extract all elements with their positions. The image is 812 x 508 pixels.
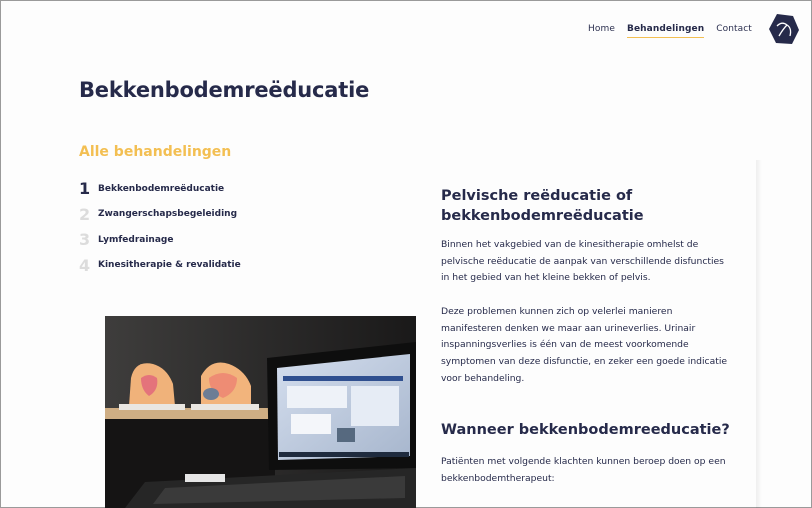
treatment-number: 3 xyxy=(79,230,91,250)
treatments-list: 1 Bekkenbodemreëducatie 2 Zwangerschapsb… xyxy=(79,176,241,278)
treatments-heading: Alle behandelingen xyxy=(79,144,232,160)
column-shadow xyxy=(756,160,762,508)
treatment-number: 4 xyxy=(79,255,91,275)
treatment-item-lymfedrainage[interactable]: 3 Lymfedrainage xyxy=(79,227,241,253)
main-nav: Home Behandelingen Contact xyxy=(588,24,752,38)
laptop-anatomy-illustration xyxy=(105,316,416,508)
treatment-item-bekkenbodem[interactable]: 1 Bekkenbodemreëducatie xyxy=(79,176,241,202)
nav-contact[interactable]: Contact xyxy=(716,24,752,38)
page-title: Bekkenbodemreëducatie xyxy=(79,78,370,102)
nav-home[interactable]: Home xyxy=(588,24,615,38)
logo-icon[interactable] xyxy=(768,12,800,46)
treatment-label: Lymfedrainage xyxy=(98,234,174,245)
treatment-label: Zwangerschapsbegeleiding xyxy=(98,209,238,220)
treatment-item-kinesitherapie[interactable]: 4 Kinesitherapie & revalidatie xyxy=(79,253,241,279)
paragraph-problemen: Deze problemen kunnen zich op velerlei m… xyxy=(441,306,728,384)
section-title-wanneer: Wanneer bekkenbodemreeducatie? xyxy=(441,422,730,438)
treatment-number: 1 xyxy=(79,179,91,199)
paragraph-intro: Binnen het vakgebied van de kinesitherap… xyxy=(441,239,724,284)
treatment-number: 2 xyxy=(79,204,91,224)
treatment-label: Bekkenbodemreëducatie xyxy=(98,183,225,194)
paragraph-klachten: Patiënten met volgende klachten kunnen b… xyxy=(441,456,726,484)
section-title-pelvische: Pelvische reëducatie of bekkenbodemreëdu… xyxy=(441,188,644,224)
treatment-photo xyxy=(105,316,416,508)
treatment-label: Kinesitherapie & revalidatie xyxy=(98,260,241,271)
nav-behandelingen[interactable]: Behandelingen xyxy=(626,24,705,38)
treatment-item-zwangerschap[interactable]: 2 Zwangerschapsbegeleiding xyxy=(79,202,241,228)
